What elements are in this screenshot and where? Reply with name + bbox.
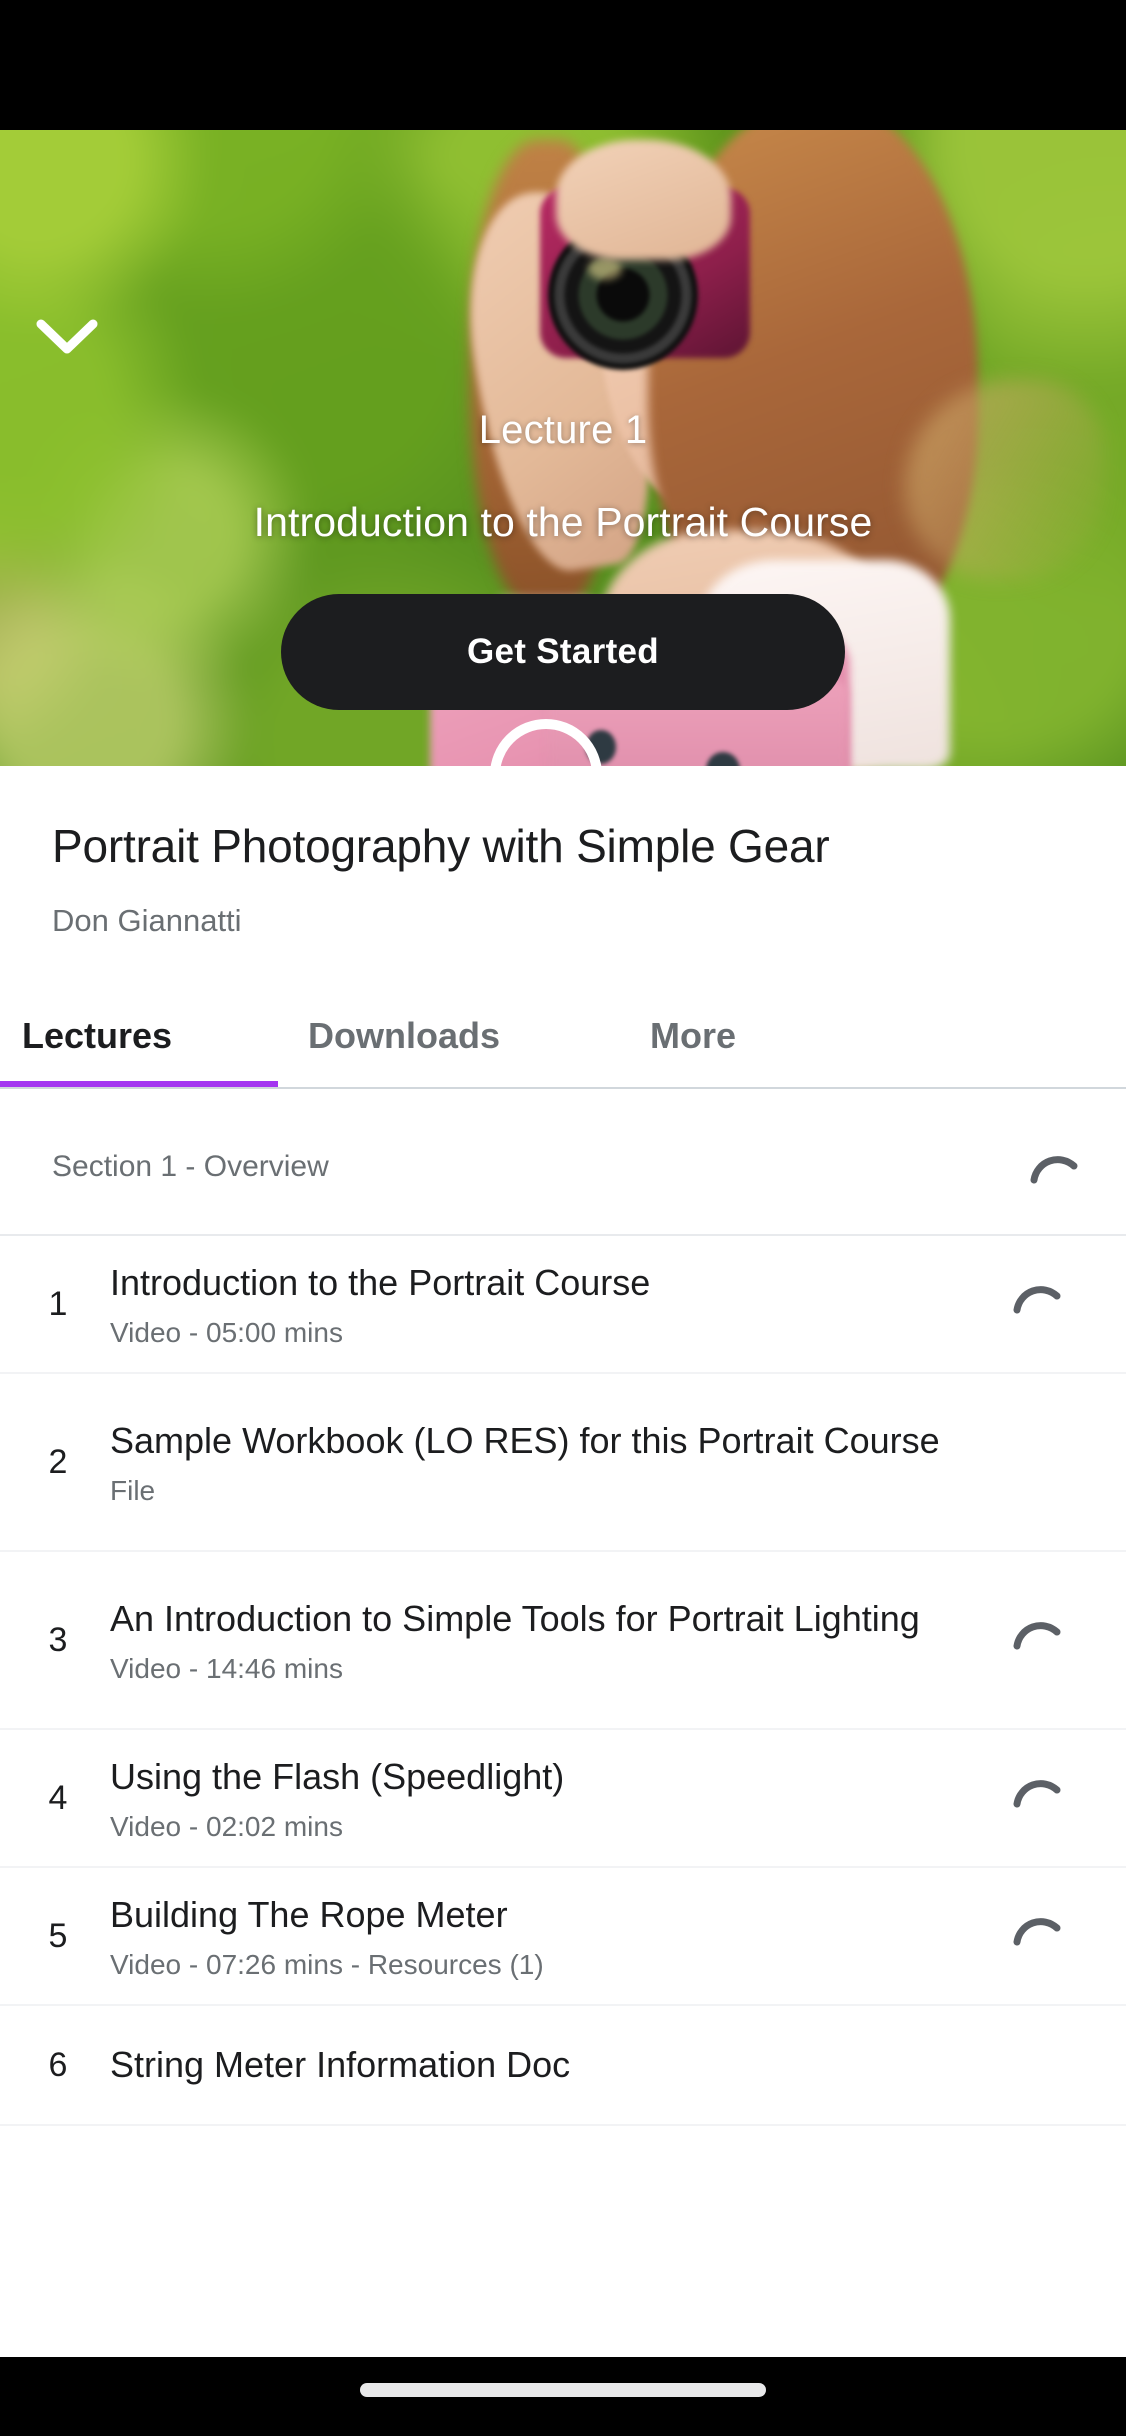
section-header[interactable]: Section 1 - Overview bbox=[0, 1114, 1126, 1234]
loading-spinner-icon bbox=[1026, 1144, 1086, 1204]
lecture-number: 3 bbox=[48, 1620, 68, 1659]
lecture-row[interactable]: 3 An Introduction to Simple Tools for Por… bbox=[0, 1552, 1126, 1730]
get-started-button[interactable]: Get Started bbox=[281, 594, 845, 710]
lecture-title: Introduction to the Portrait Course bbox=[110, 1262, 651, 1304]
tab-bar-divider bbox=[0, 1087, 1126, 1089]
lecture-meta: Video - 02:02 mins bbox=[110, 1810, 343, 1842]
loading-spinner-icon[interactable] bbox=[1004, 1763, 1074, 1833]
lecture-status-empty bbox=[1004, 1427, 1074, 1497]
lecture-status-empty bbox=[1004, 2030, 1074, 2100]
lecture-row[interactable]: 6 String Meter Information Doc bbox=[0, 2006, 1126, 2126]
home-indicator[interactable] bbox=[360, 2383, 766, 2397]
lecture-row[interactable]: 1 Introduction to the Portrait Course Vide… bbox=[0, 1236, 1126, 1374]
lecture-content: Introduction to the Portrait Course Video… bbox=[110, 1259, 1004, 1349]
page-title: Portrait Photography with Simple Gear bbox=[52, 820, 830, 872]
section-header-label: Section 1 - Overview bbox=[52, 1150, 329, 1183]
lecture-number: 1 bbox=[48, 1284, 68, 1323]
tab-lectures[interactable]: Lectures bbox=[22, 988, 172, 1084]
tab-more[interactable]: More bbox=[650, 988, 736, 1084]
lecture-number: 6 bbox=[48, 2045, 68, 2084]
lecture-meta: File bbox=[110, 1474, 156, 1506]
loading-spinner-icon[interactable] bbox=[1004, 1901, 1074, 1971]
lecture-meta: Video - 05:00 mins bbox=[110, 1316, 343, 1348]
lecture-number: 5 bbox=[48, 1916, 68, 1955]
lecture-meta: Video - 14:46 mins bbox=[110, 1652, 343, 1684]
system-home-bar bbox=[0, 2357, 1126, 2436]
status-bar bbox=[0, 0, 1126, 130]
lecture-content: Building The Rope Meter Video - 07:26 min… bbox=[110, 1891, 1004, 1981]
lecture-row[interactable]: 4 Using the Flash (Speedlight) Video - 02:… bbox=[0, 1730, 1126, 1868]
lecture-content: Sample Workbook (LO RES) for this Portra… bbox=[110, 1417, 1004, 1507]
hero-lecture-label: Lecture 1 bbox=[478, 408, 648, 452]
lecture-row[interactable]: 5 Building The Rope Meter Video - 07:26 mi… bbox=[0, 1868, 1126, 2006]
lecture-title: An Introduction to Simple Tools for Port… bbox=[110, 1598, 920, 1640]
lecture-content: String Meter Information Doc bbox=[110, 2041, 1004, 2089]
lecture-title: Sample Workbook (LO RES) for this Portra… bbox=[110, 1420, 940, 1462]
lecture-row[interactable]: 2 Sample Workbook (LO RES) for this Portr… bbox=[0, 1374, 1126, 1552]
lecture-content: Using the Flash (Speedlight) Video - 02:0… bbox=[110, 1753, 1004, 1843]
course-detail-sheet: Portrait Photography with Simple Gear Do… bbox=[0, 766, 1126, 2357]
tab-downloads[interactable]: Downloads bbox=[308, 988, 500, 1084]
tab-bar: Lectures Downloads More bbox=[0, 988, 1126, 1084]
lecture-number: 2 bbox=[48, 1442, 68, 1481]
lecture-number: 4 bbox=[48, 1778, 68, 1817]
app-root: Lecture 1 Introduction to the Portrait C… bbox=[0, 0, 1126, 2436]
loading-spinner-icon[interactable] bbox=[1004, 1269, 1074, 1339]
lecture-title: String Meter Information Doc bbox=[110, 2044, 571, 2086]
hero-lecture-title: Introduction to the Portrait Course bbox=[253, 499, 873, 545]
lecture-content: An Introduction to Simple Tools for Port… bbox=[110, 1595, 1004, 1685]
lecture-title: Building The Rope Meter bbox=[110, 1894, 508, 1936]
progress-ring-icon[interactable] bbox=[490, 719, 602, 766]
course-author: Don Giannatti bbox=[52, 903, 242, 938]
chevron-down-icon[interactable] bbox=[22, 298, 112, 378]
loading-spinner-icon[interactable] bbox=[1004, 1605, 1074, 1675]
lecture-list: 1 Introduction to the Portrait Course Vide… bbox=[0, 1236, 1126, 2126]
hero-banner: Lecture 1 Introduction to the Portrait C… bbox=[0, 130, 1126, 766]
lecture-meta: Video - 07:26 mins - Resources (1) bbox=[110, 1948, 544, 1980]
lecture-title: Using the Flash (Speedlight) bbox=[110, 1756, 565, 1798]
